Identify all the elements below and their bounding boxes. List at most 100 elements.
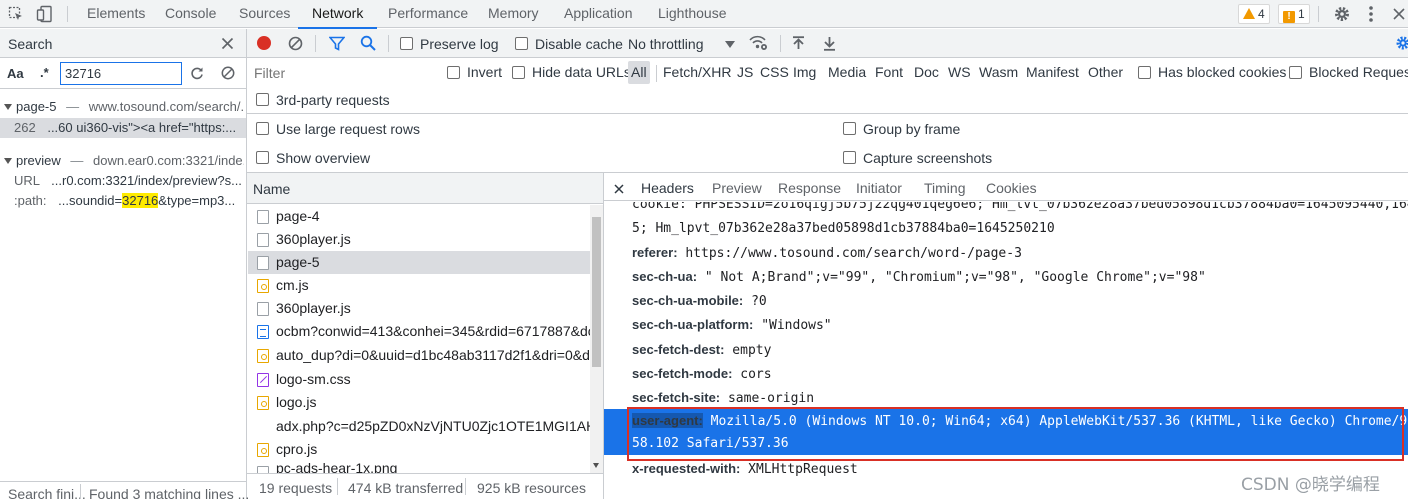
request-row[interactable]: 360player.js	[248, 297, 590, 320]
header-row: sec-fetch-mode: cors	[632, 366, 772, 382]
filter-type-all[interactable]: All	[628, 61, 650, 84]
close-detail-icon[interactable]	[614, 182, 624, 194]
request-row[interactable]: ocbm?conwid=413&conhei=345&rdid=6717887&…	[248, 320, 590, 343]
network-settings-gear-icon[interactable]	[1395, 35, 1408, 51]
filter-type-css[interactable]: CSS	[760, 64, 789, 80]
export-har-icon[interactable]	[823, 36, 836, 51]
import-har-icon[interactable]	[792, 36, 805, 51]
record-button[interactable]	[257, 36, 271, 50]
tab-response[interactable]: Response	[778, 180, 841, 196]
has-blocked-cookies-checkbox[interactable]	[1138, 66, 1151, 79]
inspect-element-icon[interactable]	[8, 6, 24, 22]
issues-badge[interactable]: ! 1	[1278, 4, 1310, 24]
clear-search-icon[interactable]	[221, 66, 235, 80]
request-name: auto_dup?di=0&uuid=d1bc48ab3117d2f1&dri=…	[276, 347, 590, 363]
dropdown-arrow-icon	[725, 41, 735, 48]
filter-type-fetch-xhr[interactable]: Fetch/XHR	[663, 64, 731, 80]
request-row[interactable]: logo-sm.css	[248, 368, 590, 391]
filter-type-ws[interactable]: WS	[948, 64, 971, 80]
search-result-line[interactable]: URL ...r0.com:3321/index/preview?s...	[14, 173, 246, 188]
has-blocked-cookies-label: Has blocked cookies	[1158, 64, 1287, 80]
more-options-icon[interactable]	[1368, 5, 1374, 23]
search-match-highlight: 32716	[122, 193, 159, 208]
settings-gear-icon[interactable]	[1333, 5, 1351, 23]
filter-type-doc[interactable]: Doc	[914, 64, 939, 80]
request-row[interactable]: logo.js	[248, 391, 590, 414]
request-row-selected[interactable]: page-5	[248, 251, 590, 274]
cookie-header-line: cookie: PHPSESSID=2o16qigj5b75j22qg401qe…	[632, 202, 1408, 212]
filter-funnel-icon[interactable]	[328, 36, 346, 51]
tab-console[interactable]: Console	[165, 0, 216, 28]
tab-initiator[interactable]: Initiator	[856, 180, 902, 196]
request-row[interactable]: pc-ads-hear-1x.png	[248, 461, 590, 473]
document-icon	[257, 466, 269, 473]
refresh-search-icon[interactable]	[190, 66, 204, 80]
search-result-file-preview[interactable]: preview — down.ear0.com:3321/inde...	[4, 153, 244, 168]
line-text-pre: ...soundid=	[58, 193, 123, 208]
request-row[interactable]: adx.php?c=d25pZD0xNzVjNTU0Zjc1OTE1MGI1AH…	[248, 415, 590, 438]
show-overview-checkbox[interactable]	[256, 151, 269, 164]
tab-timing[interactable]: Timing	[924, 180, 966, 196]
filter-type-other[interactable]: Other	[1088, 64, 1123, 80]
request-row[interactable]: 360player.js	[248, 228, 590, 251]
filter-type-img[interactable]: Img	[793, 64, 816, 80]
filter-type-js[interactable]: JS	[737, 64, 753, 80]
third-party-checkbox[interactable]	[256, 93, 269, 106]
line-text: ...r0.com:3321/index/preview?s...	[51, 173, 242, 188]
tab-application[interactable]: Application	[564, 0, 633, 28]
document-icon	[257, 233, 269, 247]
throttling-select[interactable]: No throttling	[628, 33, 738, 55]
line-number: 262	[14, 120, 36, 135]
tab-memory[interactable]: Memory	[488, 0, 539, 28]
warnings-badge[interactable]: 4	[1238, 4, 1270, 24]
scrollbar-thumb[interactable]	[592, 217, 601, 367]
search-result-line[interactable]: :path: ...soundid=32716&type=mp3...	[14, 193, 246, 208]
third-party-label: 3rd-party requests	[276, 92, 390, 108]
network-conditions-icon[interactable]	[748, 34, 768, 52]
scroll-down-arrow-icon[interactable]	[593, 463, 599, 468]
filter-type-manifest[interactable]: Manifest	[1026, 64, 1079, 80]
group-by-frame-checkbox[interactable]	[843, 122, 856, 135]
request-name: 360player.js	[276, 300, 351, 316]
filter-type-font[interactable]: Font	[875, 64, 903, 80]
filter-type-wasm[interactable]: Wasm	[979, 64, 1018, 80]
match-case-toggle[interactable]: Aa	[7, 66, 24, 81]
tab-headers[interactable]: Headers	[641, 180, 694, 196]
capture-screenshots-checkbox[interactable]	[843, 151, 856, 164]
search-result-file-page5[interactable]: page-5 — www.tosound.com/search/...	[4, 99, 244, 114]
large-rows-checkbox[interactable]	[256, 122, 269, 135]
tab-preview[interactable]: Preview	[712, 180, 762, 196]
name-column-header[interactable]: Name	[247, 173, 603, 204]
clear-log-icon[interactable]	[288, 36, 303, 51]
search-input[interactable]	[60, 62, 182, 85]
blocked-requests-checkbox[interactable]	[1289, 66, 1302, 79]
request-row[interactable]: page-4	[248, 205, 590, 228]
request-row[interactable]: cm.js	[248, 274, 590, 297]
request-row[interactable]: cpro.js	[248, 438, 590, 461]
line-text-post: &type=mp3...	[158, 193, 236, 208]
close-search-icon[interactable]	[221, 37, 234, 50]
request-count: 19 requests	[259, 480, 333, 496]
disable-cache-checkbox[interactable]	[515, 37, 528, 50]
hide-data-urls-checkbox[interactable]	[512, 66, 525, 79]
preserve-log-checkbox[interactable]	[400, 37, 413, 50]
tab-network[interactable]: Network	[297, 0, 378, 29]
filter-input[interactable]	[250, 62, 432, 84]
invert-checkbox[interactable]	[447, 66, 460, 79]
search-icon[interactable]	[360, 35, 376, 51]
close-devtools-icon[interactable]	[1392, 7, 1406, 21]
tab-performance[interactable]: Performance	[388, 0, 468, 28]
large-rows-label: Use large request rows	[276, 121, 420, 137]
filter-type-media[interactable]: Media	[828, 64, 866, 80]
device-toolbar-icon[interactable]	[36, 5, 54, 23]
header-value: " Not A;Brand";v="99", "Chromium";v="98"…	[704, 270, 1206, 285]
tab-cookies[interactable]: Cookies	[986, 180, 1037, 196]
tab-sources[interactable]: Sources	[239, 0, 290, 28]
tab-elements[interactable]: Elements	[87, 0, 145, 28]
request-name: 360player.js	[276, 231, 351, 247]
regex-toggle[interactable]: .*	[40, 65, 49, 80]
request-row[interactable]: auto_dup?di=0&uuid=d1bc48ab3117d2f1&dri=…	[248, 344, 590, 367]
request-list-scrollbar[interactable]	[590, 205, 603, 473]
tab-lighthouse[interactable]: Lighthouse	[658, 0, 727, 28]
search-result-line[interactable]: 262 ...60 ui360-vis"><a href="https:...	[0, 118, 246, 138]
